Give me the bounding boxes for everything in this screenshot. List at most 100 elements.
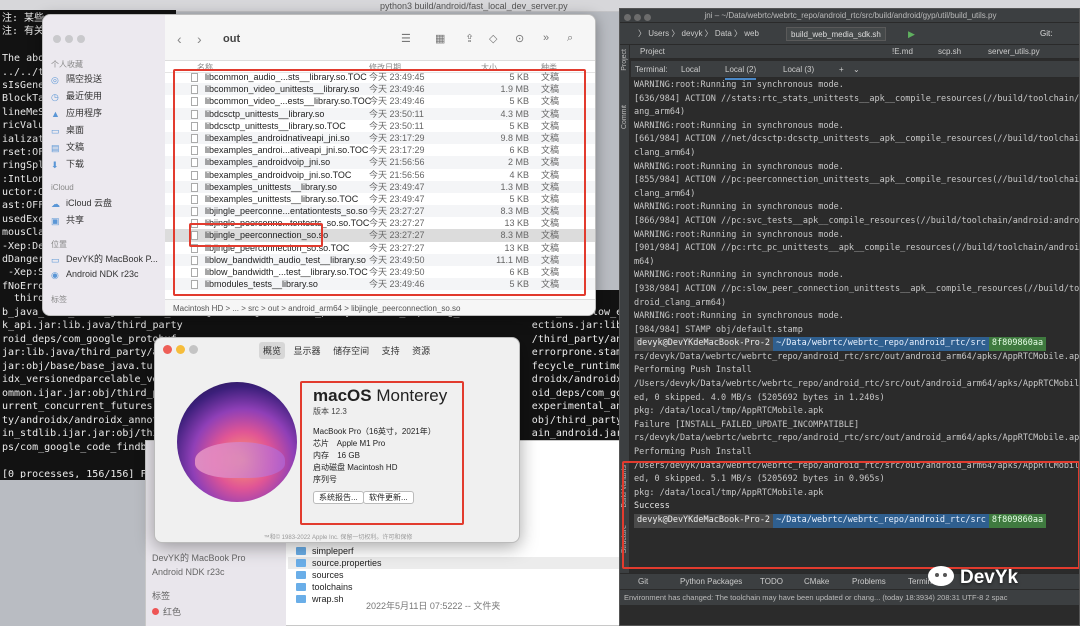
terminal-line: WARNING:root:Running in synchronous mode… (634, 120, 844, 131)
terminal-tab-local[interactable]: Local (681, 61, 700, 78)
sidebar-item-shared[interactable]: ▣ 共享 (51, 213, 84, 226)
view-list-icon[interactable]: ☰ (401, 32, 411, 45)
search-icon[interactable]: ⌕ (567, 32, 573, 45)
sidebar-item-macbook[interactable]: ▭ DevYK的 MacBook P... (51, 252, 158, 265)
run-icon[interactable]: ▶ (908, 23, 915, 45)
file-name: toolchains (312, 582, 353, 592)
copyright: ™和© 1983-2022 Apple Inc. 保留一切权利。许可和保修 (263, 535, 413, 541)
sidebar-item-ndk[interactable]: ◉ Android NDK r23c (51, 269, 139, 280)
chevron-down-icon[interactable]: ⌄ (853, 61, 860, 78)
bottom-tab-problems[interactable]: Problems (852, 574, 886, 590)
folder-icon (296, 559, 306, 567)
file-row[interactable]: simpleperf (288, 545, 624, 557)
terminal-line: clang_arm64) (634, 147, 696, 158)
project-tab[interactable]: Project (640, 45, 665, 59)
file-name: simpleperf (312, 546, 354, 556)
tag-icon[interactable]: ◇ (489, 32, 497, 45)
sidebar-item-desktop[interactable]: ▭ 桌面 (51, 123, 84, 136)
android-studio-window: jni – ~/Data/webrtc/webrtc_repo/android_… (619, 8, 1080, 626)
terminal-line: pkg: /data/local/tmp/AppRTCMobile.apk (634, 406, 824, 417)
sidebar-item-recents[interactable]: ◷ 最近使用 (51, 89, 102, 102)
sidebar-item-downloads[interactable]: ⬇ 下载 (51, 157, 84, 170)
window-controls[interactable] (163, 345, 202, 357)
editor-tab-readme[interactable]: !E.md (892, 45, 913, 59)
terminal-line: ang_arm64) (634, 107, 686, 118)
bottom-tab-todo[interactable]: TODO (760, 574, 783, 590)
back-icon[interactable]: ‹ (177, 31, 182, 47)
share-icon[interactable]: ⇪ (465, 32, 474, 45)
laptop-icon: ▭ (51, 255, 60, 265)
sidebar-item-applications[interactable]: ▲ 应用程序 (51, 106, 102, 119)
file-row[interactable]: sources (288, 569, 624, 581)
terminal-line: WARNING:root:Running in synchronous mode… (634, 229, 844, 240)
add-terminal-icon[interactable]: + (839, 61, 844, 78)
disk-icon: ◉ (51, 270, 59, 280)
tab-support[interactable]: 支持 (378, 342, 404, 359)
watermark: DevYk (928, 566, 1018, 589)
tab-storage[interactable]: 储存空间 (329, 342, 373, 359)
more-icon[interactable]: » (543, 32, 549, 44)
tab-resources[interactable]: 资源 (408, 342, 434, 359)
group-icon[interactable]: ▦ (435, 32, 445, 45)
wechat-icon (928, 566, 954, 586)
terminal-line: Performing Push Install (634, 447, 752, 458)
action-icon[interactable]: ⊙ (515, 32, 524, 45)
terminal-tabs: Terminal: Local Local (2) Local (3) + ⌄ (631, 61, 1079, 80)
terminal-tab-local-2[interactable]: Local (2) (725, 61, 757, 80)
finder-sidebar: 个人收藏 ◎ 隔空投送 ◷ 最近使用 ▲ 应用程序 ▭ 桌面 ▤ 文稿 ⬇ 下载 iClou… (43, 15, 165, 315)
sidebar-item-airdrop[interactable]: ◎ 隔空投送 (51, 72, 102, 85)
tab-overview[interactable]: 概览 (259, 342, 286, 359)
editor-tab-scp[interactable]: scp.sh (938, 45, 961, 59)
file-row[interactable]: source.properties (288, 557, 624, 569)
sidebar-item-ndk[interactable]: Android NDK r23c (152, 567, 225, 577)
desktop-title: python3 build/android/fast_local_dev_ser… (380, 1, 568, 11)
highlight-file-list (173, 69, 586, 296)
terminal-line: WARNING:root:Running in synchronous mode… (634, 80, 844, 90)
bottom-tab-cmake[interactable]: CMake (804, 574, 829, 590)
sidebar-heading-locations: 位置 (51, 240, 67, 249)
terminal-label: Terminal: (635, 65, 668, 74)
run-config-select[interactable]: build_web_media_sdk.sh (786, 27, 886, 41)
terminal-line: rs/devyk/Data/webrtc/webrtc_repo/android… (634, 351, 1080, 362)
document-icon: ▤ (51, 143, 60, 153)
folder-icon (296, 583, 306, 591)
terminal-tab-local-3[interactable]: Local (3) (783, 61, 814, 78)
bottom-tab-git[interactable]: Git (638, 574, 648, 590)
terminal-line: [866/984] ACTION //pc:svc_tests__apk__co… (634, 215, 1080, 226)
sidebar-item-documents[interactable]: ▤ 文稿 (51, 140, 84, 153)
sidebar-heading-icloud: iCloud (51, 183, 74, 192)
terminal-line: WARNING:root:Running in synchronous mode… (634, 270, 844, 281)
editor-tab-server-utils[interactable]: server_utils.py (988, 45, 1040, 59)
folder-title: out (223, 33, 241, 45)
terminal-line: [661/984] ACTION //net/dcsctp:dcsctp_uni… (634, 134, 1080, 145)
strip-commit[interactable]: Commit (621, 105, 628, 129)
sidebar-heading-tags: 标签 (51, 295, 67, 304)
prompt-path: ~/Data/webrtc/webrtc_repo/android_rtc/sr… (773, 337, 989, 351)
tab-displays[interactable]: 显示器 (290, 342, 325, 359)
terminal-line: [984/984] STAMP obj/default.stamp (634, 324, 803, 335)
terminal-line: /Users/devyk/Data/webrtc/webrtc_repo/and… (634, 379, 1080, 390)
clock-icon: ◷ (51, 92, 59, 102)
path-bar[interactable]: Macintosh HD > ... > src > out > android… (165, 299, 595, 315)
sidebar-item-macbook[interactable]: DevYK的 MacBook Pro (152, 551, 246, 564)
terminal-line: WARNING:root:Running in synchronous mode… (634, 202, 844, 213)
breadcrumb[interactable]: 〉 Users 〉 devyk 〉 Data 〉 web (638, 29, 759, 38)
forward-icon[interactable]: › (197, 31, 202, 47)
sidebar-tag-red[interactable]: 红色 (152, 605, 181, 618)
lower-finder-status: 2022年5月11日 07:5222 -- 文件夹 (366, 601, 501, 611)
desktop-icon: ▭ (51, 126, 60, 136)
red-tag-icon (152, 608, 159, 615)
terminal-line: ed, 0 skipped. 4.0 MB/s (5205692 bytes i… (634, 392, 885, 403)
download-icon: ⬇ (51, 160, 59, 170)
folder-icon (296, 571, 306, 579)
lower-file-list: simpleperf source.properties sources toolch… (288, 545, 624, 605)
strip-project[interactable]: Project (621, 49, 628, 71)
terminal-line: k_api.jar:lib.java/third_party ections.j… (2, 320, 660, 331)
git-label[interactable]: Git: (1040, 23, 1052, 45)
sidebar-item-icloud-drive[interactable]: ☁ iCloud 云盘 (51, 196, 112, 209)
terminal-line: m64) (634, 256, 655, 267)
bottom-tab-python-packages[interactable]: Python Packages (680, 574, 742, 590)
file-row[interactable]: toolchains (288, 581, 624, 593)
terminal-line: [636/984] ACTION //stats:rtc_stats_unitt… (634, 93, 1080, 104)
window-controls[interactable] (53, 35, 89, 46)
